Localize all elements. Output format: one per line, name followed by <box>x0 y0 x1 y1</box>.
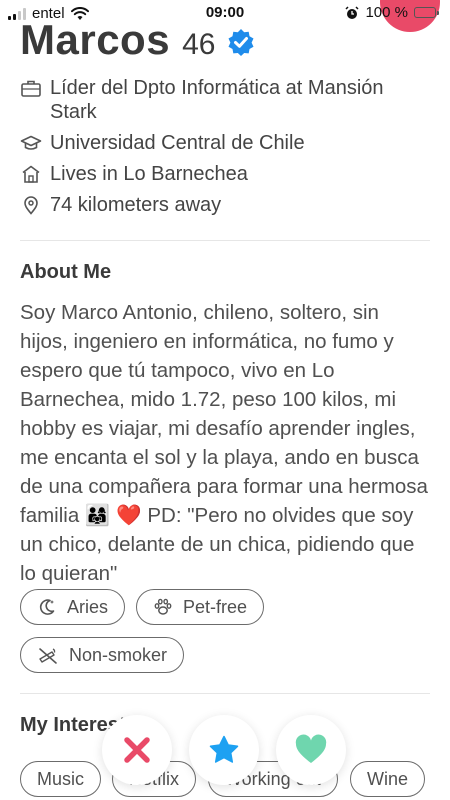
about-text: Soy Marco Antonio, chileno, soltero, sin… <box>20 301 428 585</box>
chip-label: Aries <box>67 596 109 617</box>
job-text: Líder del Dpto Informática at Mansión St… <box>50 77 384 123</box>
battery-percent: 100 % <box>365 4 408 21</box>
school-row: Universidad Central de Chile <box>20 131 430 155</box>
lives-row: Lives in Lo Barnechea <box>20 162 430 186</box>
divider <box>20 240 430 241</box>
chip-smoking: Non-smoker <box>20 637 185 673</box>
interest-label: Wine <box>367 768 409 789</box>
chip-label: Pet-free <box>183 596 248 617</box>
interest-chip: Music <box>20 761 102 797</box>
divider <box>20 693 430 694</box>
heart-icon <box>295 734 327 763</box>
distance-text: 74 kilometers away <box>50 194 222 216</box>
battery-icon <box>414 7 439 18</box>
profile-name: Marcos <box>20 16 171 63</box>
profile-header: Marcos 46 <box>20 16 255 64</box>
profile-age: 46 <box>182 28 216 61</box>
lives-text: Lives in Lo Barnechea <box>50 163 248 185</box>
chip-label: Non-smoker <box>69 644 168 665</box>
star-icon <box>209 735 239 763</box>
like-button[interactable] <box>276 715 346 785</box>
interest-chip: Wine <box>350 761 426 797</box>
no-smoking-icon <box>39 648 57 664</box>
chip-zodiac: Aries <box>20 589 126 625</box>
briefcase-icon <box>21 80 41 97</box>
chip-pets: Pet-free <box>136 589 265 625</box>
nope-button[interactable] <box>102 715 172 785</box>
verified-badge-icon[interactable] <box>227 28 255 56</box>
moon-icon <box>39 599 55 615</box>
alarm-icon <box>345 5 359 19</box>
about-title: About Me <box>20 261 112 283</box>
school-text: Universidad Central de Chile <box>50 132 305 154</box>
interest-label: Music <box>37 768 85 789</box>
super-like-button[interactable] <box>189 715 259 785</box>
graduation-cap-icon <box>20 135 42 150</box>
x-icon <box>124 737 150 763</box>
location-pin-icon <box>24 196 38 215</box>
status-right: 100 % <box>345 4 439 21</box>
distance-row: 74 kilometers away <box>20 193 430 217</box>
paw-icon <box>154 598 172 615</box>
house-icon <box>22 165 40 183</box>
job-row: Líder del Dpto Informática at Mansión St… <box>20 76 430 124</box>
profile-info-list: Líder del Dpto Informática at Mansión St… <box>20 76 430 224</box>
